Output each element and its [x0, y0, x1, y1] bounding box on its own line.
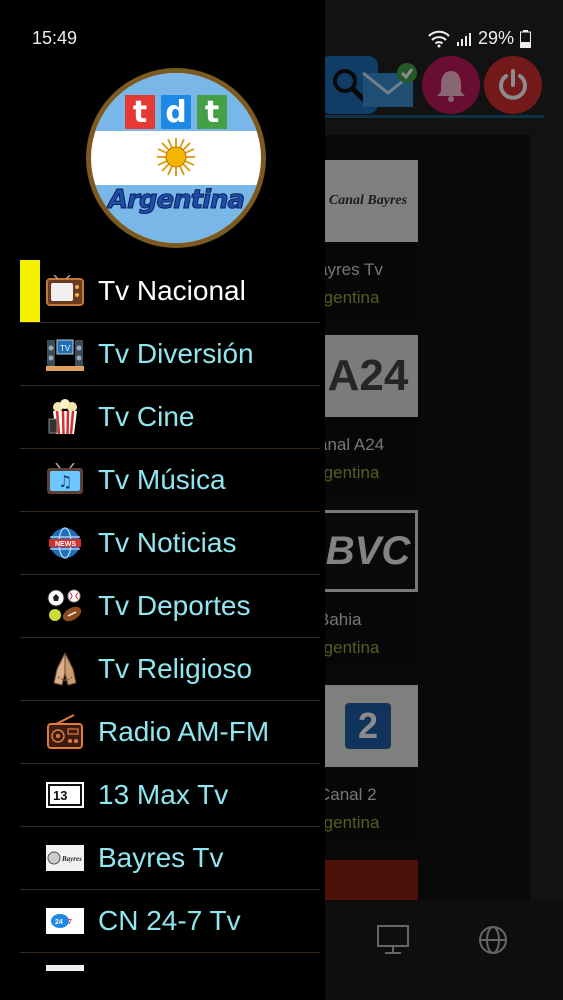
menu-label: Tv Música — [98, 464, 226, 495]
popcorn-icon — [46, 399, 84, 435]
wifi-icon — [428, 30, 450, 47]
status-bar: 15:49 29% — [0, 0, 563, 56]
menu-item-tv-noticias[interactable]: NEWS Tv Noticias — [20, 512, 320, 575]
menu-item-bayres-tv[interactable]: Bayres Bayres Tv — [20, 827, 320, 890]
active-indicator — [20, 260, 40, 322]
menu-item-radio-am-fm[interactable]: Radio AM-FM — [20, 701, 320, 764]
partial-logo-icon — [46, 965, 84, 971]
menu-label: Radio AM-FM — [98, 716, 270, 747]
music-tv-icon: ♫ — [46, 463, 84, 497]
menu-label: Tv Deportes — [98, 590, 251, 621]
svg-text:Bayres: Bayres — [61, 855, 82, 863]
menu-label: Tv Cine — [98, 401, 195, 432]
status-time: 15:49 — [32, 28, 78, 48]
menu-item-tv-nacional[interactable]: Tv Nacional — [20, 260, 320, 323]
menu-item-tv-musica[interactable]: ♫ Tv Música — [20, 449, 320, 512]
status-icons: 29% — [428, 28, 531, 49]
tdt-argentina-logo: t d t Argentina — [86, 68, 266, 248]
logo-word: Argentina — [107, 185, 245, 216]
menu-item-tv-deportes[interactable]: Tv Deportes — [20, 575, 320, 638]
menu-item-tv-religioso[interactable]: Tv Religioso — [20, 638, 320, 701]
menu-label: Tv Diversión — [98, 338, 254, 369]
svg-text:24: 24 — [55, 919, 63, 926]
menu-label: Bayres Tv — [98, 842, 224, 873]
13-max-logo-icon: 13 — [46, 778, 84, 812]
menu-label: CN 24-7 Tv — [98, 905, 241, 936]
tv-stereo-icon: TV — [46, 337, 84, 371]
logo-letter-t2: t — [197, 95, 227, 130]
menu-label: 13 Max Tv — [98, 779, 229, 810]
radio-icon — [46, 714, 84, 749]
svg-text:♫: ♫ — [58, 472, 72, 491]
svg-text:13: 13 — [53, 788, 67, 803]
svg-text:TV: TV — [60, 344, 71, 353]
menu-label: Tv Nacional — [98, 275, 246, 306]
bayres-logo-icon: Bayres — [46, 841, 84, 875]
svg-text:7: 7 — [68, 919, 72, 926]
menu-item-tv-diversion[interactable]: TV Tv Diversión — [20, 323, 320, 386]
menu-label: Tv Religioso — [98, 653, 253, 684]
menu-label: Tv Noticias — [98, 527, 237, 558]
news-globe-icon: NEWS — [46, 526, 84, 560]
menu-item-13-max-tv[interactable]: 13 13 Max Tv — [20, 764, 320, 827]
menu-item-tv-cine[interactable]: Tv Cine — [20, 386, 320, 449]
svg-text:NEWS: NEWS — [55, 541, 76, 548]
logo-letter-d: d — [161, 95, 191, 130]
menu-item-cn-24-7-tv[interactable]: 24 7 CN 24-7 Tv — [20, 890, 320, 953]
sports-balls-icon — [46, 589, 84, 623]
drawer-menu: Tv Nacional TV Tv Diversión Tv Cine ♫ Tv… — [20, 260, 320, 993]
sun-of-may-icon — [157, 138, 195, 176]
signal-icon — [456, 32, 471, 46]
cn247-logo-icon: 24 7 — [46, 904, 84, 938]
logo-letter-t: t — [125, 95, 155, 130]
battery-percentage: 29% — [477, 28, 514, 48]
battery-icon — [520, 29, 531, 48]
tv-icon — [46, 274, 84, 308]
menu-item-partial[interactable] — [20, 953, 320, 993]
praying-hands-icon — [46, 652, 84, 686]
navigation-drawer: t d t Argentina Tv Nacional TV Tv Divers… — [0, 0, 325, 1000]
